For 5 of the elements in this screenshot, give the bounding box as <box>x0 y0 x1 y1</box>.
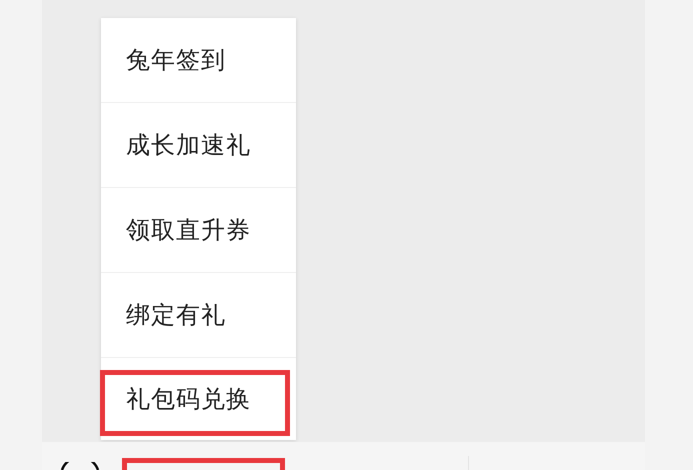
menu-item[interactable]: 礼包码兑换 <box>101 358 296 440</box>
menu-item[interactable]: 成长加速礼 <box>101 103 296 188</box>
menu-item[interactable]: 兔年签到 <box>101 18 296 103</box>
menu-item[interactable]: 绑定有礼 <box>101 273 296 358</box>
menu-item[interactable]: 领取直升券 <box>101 188 296 273</box>
